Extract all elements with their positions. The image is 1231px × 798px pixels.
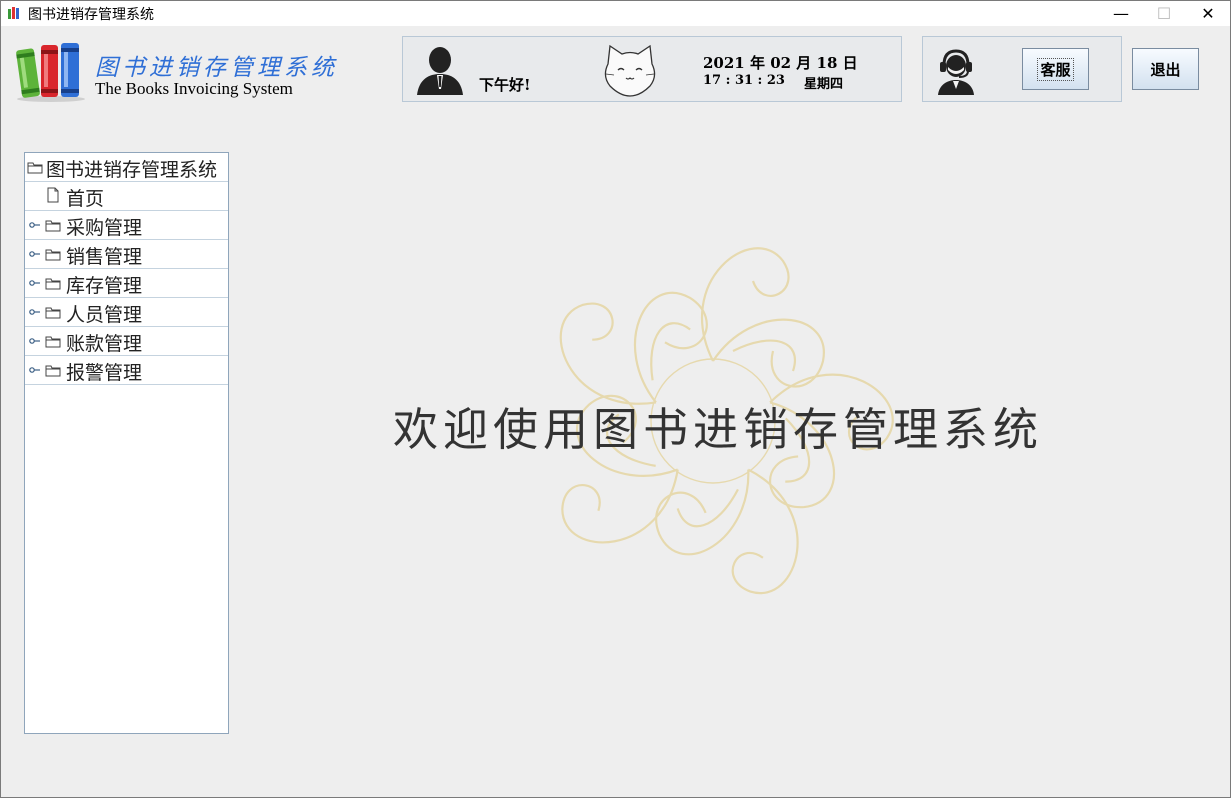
current-date: 2021 年 02 月 18 日 [703, 54, 858, 72]
title-bar[interactable]: 图书进销存管理系统 — ☐ ✕ [1, 1, 1230, 26]
tree-item-label: 首页 [66, 188, 105, 210]
tree-item-alarms[interactable]: 报警管理 [25, 356, 228, 385]
tree-root[interactable]: 图书进销存管理系统 [25, 153, 228, 182]
app-icon [8, 7, 19, 19]
tree-item-accounts[interactable]: 账款管理 [25, 327, 228, 356]
tree-item-staff[interactable]: 人员管理 [25, 298, 228, 327]
folder-icon [45, 220, 61, 232]
tree-item-label: 销售管理 [66, 246, 143, 268]
user-info-panel: 下午好! 2021 年 02 月 18 日 17 : 31 : 23 星期四 [402, 36, 902, 102]
welcome-message: 欢迎使用图书进销存管理系统 [393, 403, 1044, 456]
current-weekday: 星期四 [804, 77, 844, 92]
tree-item-label: 人员管理 [66, 304, 143, 326]
folder-icon [27, 162, 43, 174]
customer-service-label: 客服 [1037, 57, 1074, 81]
app-window: 图书进销存管理系统 — ☐ ✕ 图书进销存管理系统 The Books Invo… [0, 0, 1231, 798]
folder-icon [45, 278, 61, 290]
folder-icon [45, 365, 61, 377]
user-silhouette-icon [417, 47, 463, 95]
expand-handle-icon[interactable] [29, 366, 41, 374]
expand-handle-icon[interactable] [29, 250, 41, 258]
current-time: 17 : 31 : 23 [703, 73, 785, 88]
books-logo-icon [16, 43, 85, 102]
tree-root-label: 图书进销存管理系统 [46, 159, 218, 181]
cat-face-icon [604, 44, 656, 97]
folder-icon [45, 307, 61, 319]
tree-item-sales[interactable]: 销售管理 [25, 240, 228, 269]
greeting-text: 下午好! [479, 76, 531, 94]
logo-title-en: The Books Invoicing System [95, 79, 293, 98]
tree-item-inventory[interactable]: 库存管理 [25, 269, 228, 298]
customer-service-button[interactable]: 客服 [1022, 48, 1089, 90]
tree-item-label: 报警管理 [66, 362, 143, 384]
tree-item-home[interactable]: 首页 [25, 182, 228, 211]
tree-item-purchase[interactable]: 采购管理 [25, 211, 228, 240]
expand-handle-icon[interactable] [29, 279, 41, 287]
file-icon [47, 187, 59, 203]
navigation-tree[interactable]: 图书进销存管理系统 首页 采购管理 销售管理 库存管理 人员管理 账款管理 报警… [24, 152, 229, 734]
minimize-button[interactable]: — [1098, 1, 1144, 26]
expand-handle-icon[interactable] [29, 308, 41, 316]
expand-handle-icon[interactable] [29, 337, 41, 345]
exit-button[interactable]: 退出 [1132, 48, 1199, 90]
customer-service-panel: 客服 [922, 36, 1122, 102]
folder-icon [45, 336, 61, 348]
logo-title-cn: 图书进销存管理系统 [95, 55, 338, 81]
folder-icon [45, 249, 61, 261]
headset-agent-icon [938, 49, 974, 95]
tree-item-label: 采购管理 [66, 217, 143, 239]
window-title: 图书进销存管理系统 [28, 7, 154, 23]
maximize-button[interactable]: ☐ [1141, 1, 1187, 26]
expand-handle-icon[interactable] [29, 221, 41, 229]
tree-item-label: 账款管理 [66, 333, 143, 355]
tree-item-label: 库存管理 [66, 275, 143, 297]
close-button[interactable]: ✕ [1185, 1, 1231, 26]
